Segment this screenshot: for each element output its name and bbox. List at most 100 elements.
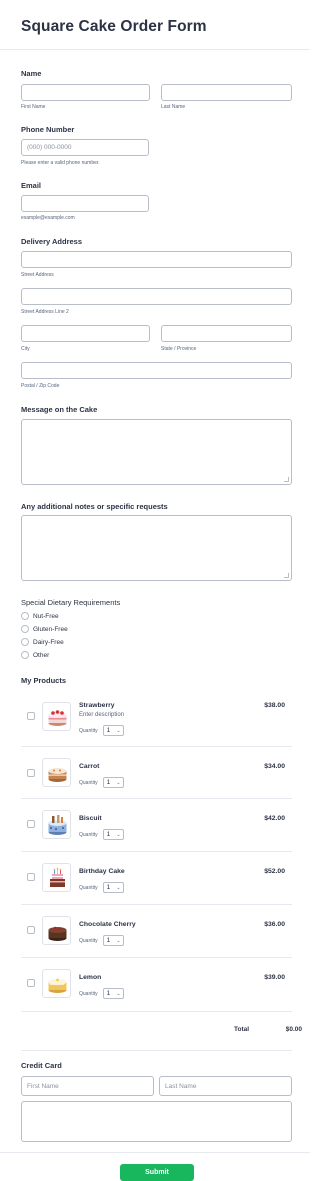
card-first-name-input[interactable]: First Name (21, 1076, 154, 1096)
quantity-select[interactable]: 1 ⌄ (102, 988, 124, 999)
radio-circle-icon[interactable] (21, 651, 29, 659)
product-row: Birthday Cake $52.00 Quantity 1 ⌄ (21, 852, 292, 905)
notes-label: Any additional notes or specific request… (21, 502, 168, 511)
footer-divider (0, 1152, 310, 1153)
total-value: $0.00 (285, 1026, 302, 1033)
product-name: Strawberry (79, 702, 115, 709)
quantity-select[interactable]: 1 ⌄ (102, 935, 124, 946)
quantity-value: 1 (106, 884, 111, 891)
products-label: My Products (21, 676, 67, 685)
city-sublabel: City (21, 346, 30, 352)
product-price: $36.00 (264, 921, 285, 928)
product-name: Biscuit (79, 815, 102, 822)
product-price: $34.00 (264, 763, 285, 770)
radio-label: Gluten-Free (33, 625, 68, 633)
radio-label: Nut-Free (33, 612, 59, 620)
quantity-value: 1 (106, 779, 111, 786)
total-label: Total (234, 1026, 250, 1033)
email-sublabel: example@example.com (21, 215, 75, 221)
email-input[interactable] (21, 195, 149, 212)
radio-circle-icon[interactable] (21, 638, 29, 646)
first-name-sublabel: First Name (21, 104, 46, 110)
carrot-cake-icon (42, 758, 71, 787)
birthday-cake-icon (42, 863, 71, 892)
card-details-field[interactable] (21, 1101, 292, 1142)
quantity-select[interactable]: 1 ⌄ (102, 829, 124, 840)
quantity-control: Quantity 1 ⌄ (79, 882, 124, 893)
product-row: Lemon $39.00 Quantity 1 ⌄ (21, 958, 292, 1012)
state-sublabel: State / Province (161, 346, 197, 352)
quantity-label: Quantity (79, 884, 98, 891)
quantity-value: 1 (106, 831, 111, 838)
dietary-label: Special Dietary Requirements (21, 598, 121, 607)
quantity-value: 1 (106, 990, 111, 997)
notes-textarea[interactable] (21, 515, 292, 581)
chevron-down-icon: ⌄ (116, 831, 121, 838)
quantity-label: Quantity (79, 937, 98, 944)
zip-input[interactable] (21, 362, 292, 379)
street-input[interactable] (21, 251, 292, 268)
radio-dairy-free[interactable]: Dairy-Free (21, 638, 64, 646)
chocolate-cake-icon (42, 916, 71, 945)
radio-circle-icon[interactable] (21, 612, 29, 620)
product-checkbox[interactable] (27, 712, 35, 720)
quantity-control: Quantity 1 ⌄ (79, 725, 124, 736)
message-textarea[interactable] (21, 419, 292, 485)
product-checkbox[interactable] (27, 769, 35, 777)
name-label: Name (21, 69, 42, 78)
strawberry-cake-icon (42, 702, 71, 731)
radio-gluten-free[interactable]: Gluten-Free (21, 625, 68, 633)
submit-button[interactable]: Submit (120, 1164, 194, 1181)
form-title: Square Cake Order Form (21, 18, 207, 35)
product-name: Chocolate Cherry (79, 921, 136, 928)
product-price: $52.00 (264, 868, 285, 875)
zip-sublabel: Postal / Zip Code (21, 383, 60, 389)
lemon-cake-icon (42, 969, 71, 998)
form-header: Square Cake Order Form (0, 0, 310, 50)
last-name-sublabel: Last Name (161, 104, 186, 110)
phone-input[interactable]: (000) 000-0000 (21, 139, 149, 156)
address-label: Delivery Address (21, 237, 83, 246)
quantity-value: 1 (106, 727, 111, 734)
product-row: Carrot $34.00 Quantity 1 ⌄ (21, 747, 292, 799)
quantity-control: Quantity 1 ⌄ (79, 935, 124, 946)
radio-circle-icon[interactable] (21, 625, 29, 633)
product-checkbox[interactable] (27, 820, 35, 828)
product-checkbox[interactable] (27, 979, 35, 987)
city-input[interactable] (21, 325, 150, 342)
state-input[interactable] (161, 325, 292, 342)
chevron-down-icon: ⌄ (116, 990, 121, 997)
phone-sublabel: Please enter a valid phone number. (21, 160, 100, 166)
product-name: Carrot (79, 763, 100, 770)
last-name-input[interactable] (161, 84, 292, 101)
quantity-label: Quantity (79, 727, 98, 734)
credit-card-label: Credit Card (21, 1061, 62, 1070)
product-checkbox[interactable] (27, 926, 35, 934)
street-sublabel: Street Address (21, 272, 54, 278)
card-last-name-input[interactable]: Last Name (159, 1076, 292, 1096)
product-price: $38.00 (264, 702, 285, 709)
quantity-select[interactable]: 1 ⌄ (102, 777, 124, 788)
divider (21, 1050, 292, 1051)
product-row: Chocolate Cherry $36.00 Quantity 1 ⌄ (21, 905, 292, 958)
biscuit-cake-icon (42, 810, 71, 839)
first-name-input[interactable] (21, 84, 150, 101)
radio-label: Dairy-Free (33, 638, 64, 646)
quantity-label: Quantity (79, 831, 98, 838)
quantity-select[interactable]: 1 ⌄ (102, 882, 124, 893)
street2-input[interactable] (21, 288, 292, 305)
radio-other[interactable]: Other (21, 651, 49, 659)
quantity-select[interactable]: 1 ⌄ (102, 725, 124, 736)
product-row: Strawberry Enter description $38.00 Quan… (21, 694, 292, 747)
radio-label: Other (33, 651, 50, 659)
product-name: Lemon (79, 974, 102, 981)
chevron-down-icon: ⌄ (116, 884, 121, 891)
product-checkbox[interactable] (27, 873, 35, 881)
chevron-down-icon: ⌄ (116, 727, 121, 734)
product-row: Biscuit $42.00 Quantity 1 ⌄ (21, 799, 292, 852)
product-description: Enter description (79, 712, 125, 718)
radio-nut-free[interactable]: Nut-Free (21, 612, 59, 620)
quantity-control: Quantity 1 ⌄ (79, 988, 124, 999)
street2-sublabel: Street Address Line 2 (21, 309, 69, 315)
phone-label: Phone Number (21, 125, 75, 134)
